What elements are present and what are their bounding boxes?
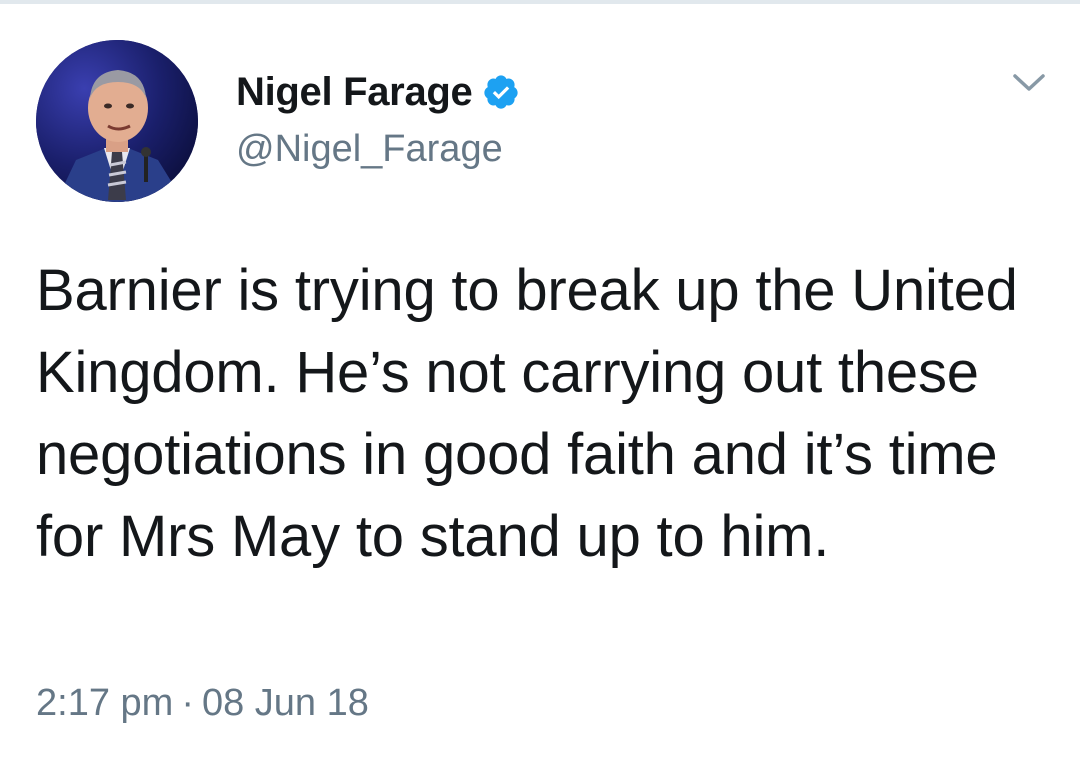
handle[interactable]: @Nigel_Farage [236, 128, 520, 171]
name-row: Nigel Farage [236, 66, 520, 118]
chevron-down-icon[interactable] [1012, 72, 1046, 94]
avatar-image [36, 40, 198, 202]
display-name[interactable]: Nigel Farage [236, 70, 473, 115]
avatar[interactable] [36, 40, 198, 202]
tweet-date: 08 Jun 18 [201, 682, 369, 724]
tweet-timestamp[interactable]: 2:17 pm · 08 Jun 18 [36, 682, 369, 725]
author-block: Nigel Farage @Nigel_Farage [236, 66, 520, 171]
tweet-text: Barnier is trying to break up the United… [36, 258, 1018, 569]
tweet-card: Nigel Farage @Nigel_Farage Barnier is tr… [0, 0, 1080, 759]
tweet-time: 2:17 pm [36, 682, 174, 724]
verified-badge-icon [482, 73, 520, 111]
meta-separator: · [181, 682, 194, 724]
